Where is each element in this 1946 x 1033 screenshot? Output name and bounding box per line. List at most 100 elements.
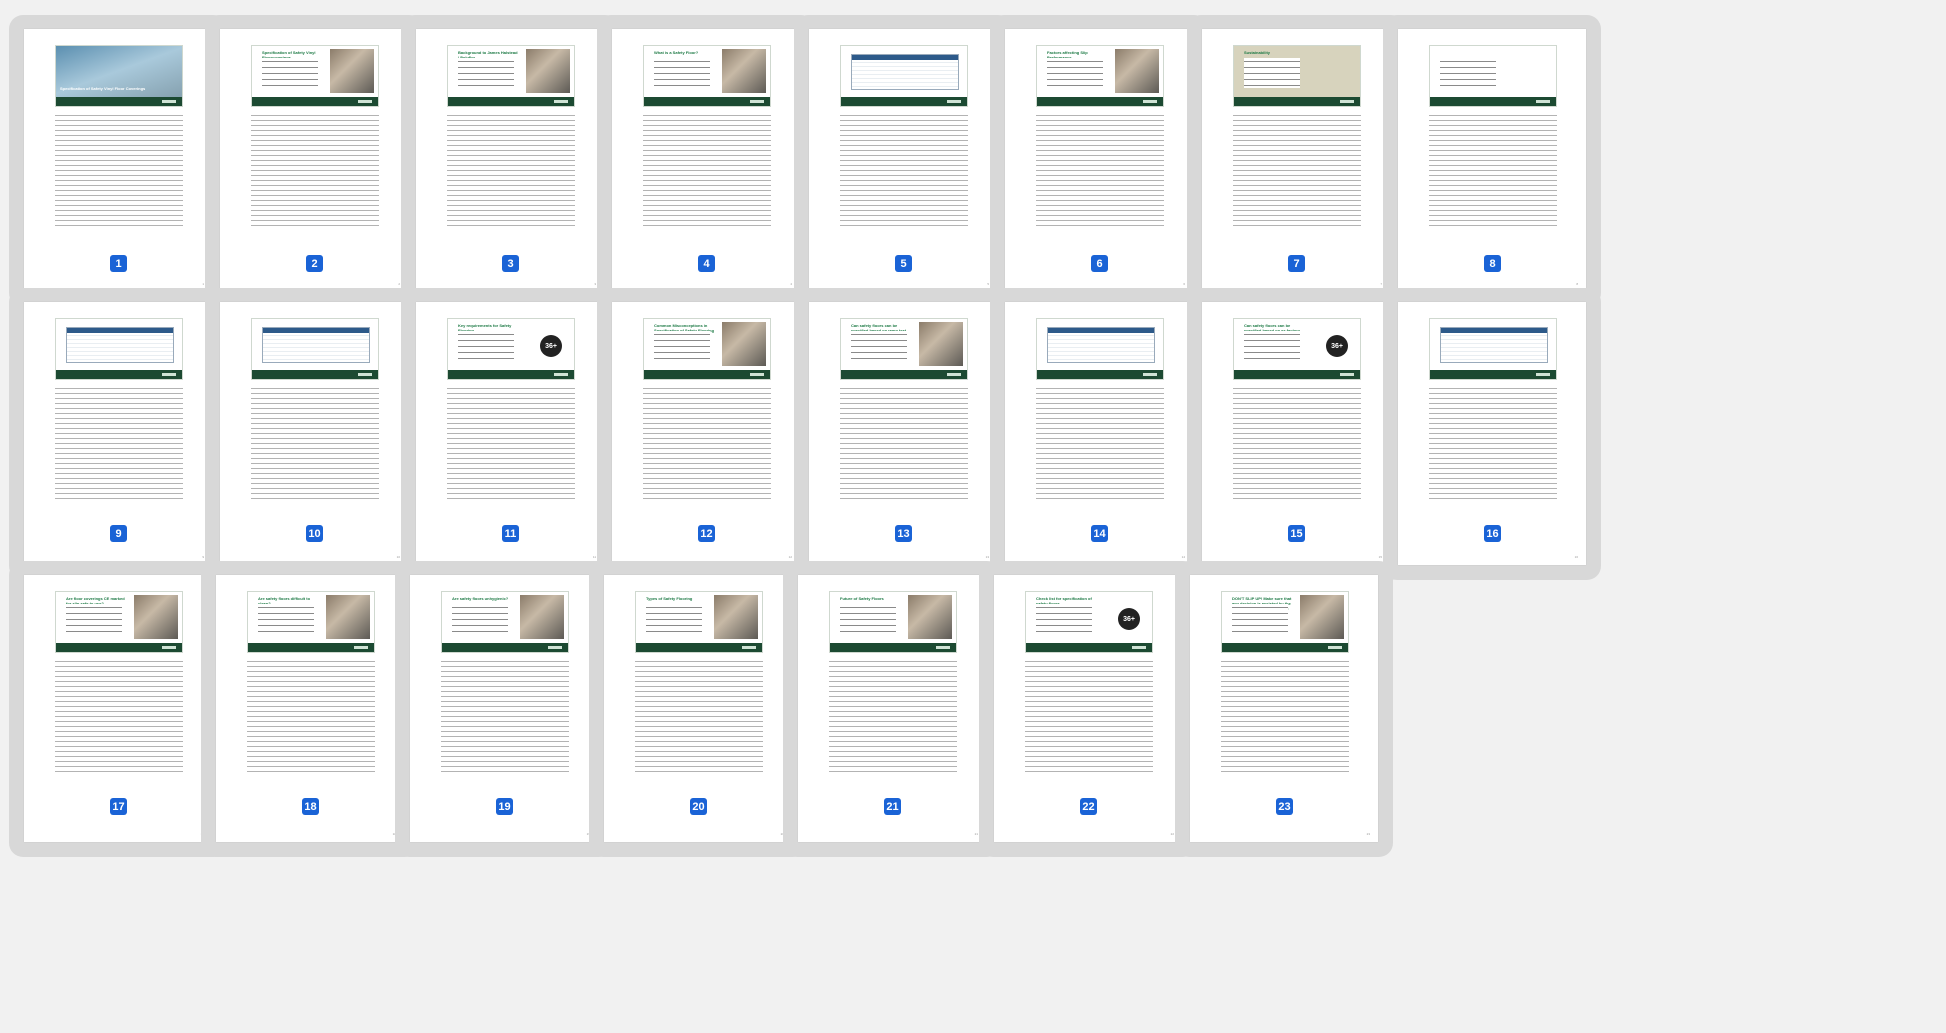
page-number-label[interactable]: 21 [884,798,901,815]
slide-photo [526,49,570,93]
page-number-label[interactable]: 18 [302,798,319,815]
page-footer-number: 15 [1378,555,1382,559]
slide-photo [330,49,374,93]
slide-footer-bar [644,370,770,379]
page-footer-number: 14 [1181,555,1185,559]
page-number-label[interactable]: 7 [1288,255,1305,272]
slide-image: Future of Safety Floors [829,591,957,653]
page-number-label[interactable]: 19 [496,798,513,815]
page-number-label[interactable]: 22 [1080,798,1097,815]
slide-footer-bar [248,643,374,652]
slide-image: Background to James Halstead / Polyflor [447,45,575,107]
slide-footer-bar [442,643,568,652]
page-notes-text [1233,386,1361,501]
slide-footer-bar [56,370,182,379]
slide-footer-bar [1037,370,1163,379]
page-number-label[interactable]: 13 [895,525,912,542]
page-number-label[interactable]: 1 [110,255,127,272]
page-number-label[interactable]: 3 [502,255,519,272]
slide-bullets [851,331,907,361]
page-footer-number: 1 [202,282,204,286]
slide-image: DON'T SLIP UP! Make sure that any decisi… [1221,591,1349,653]
slide-table [1047,327,1155,363]
page-preview: What is a Safety Floor? 4 [612,29,800,292]
page-notes-text [1233,113,1361,228]
page-number-label[interactable]: 16 [1484,525,1501,542]
page-preview: 8 [1398,29,1586,292]
slide-bullets [646,604,702,634]
page-footer-number: 2 [398,282,400,286]
slide-footer-bar [1234,370,1360,379]
page-notes-text [1429,386,1557,501]
page-preview: Factors affecting Slip Performance 6 [1005,29,1193,292]
page-notes-text [441,659,569,774]
page-notes-text [829,659,957,774]
slide-bullets [452,604,508,634]
page-footer-number: 12 [788,555,792,559]
page-notes-text [1036,113,1164,228]
page-number-label[interactable]: 8 [1484,255,1501,272]
page-notes-text [1429,113,1557,228]
slide-bullets [258,604,314,634]
slide-footer-bar [1037,97,1163,106]
slide-footer-bar [1026,643,1152,652]
slide-footer-bar [1430,97,1556,106]
slide-title: Future of Safety Floors [840,596,884,601]
slide-image: Specification of Safety Vinyl Floorcover… [251,45,379,107]
slide-footer-bar [644,97,770,106]
page-notes-text [251,113,379,228]
slide-bullets [840,604,896,634]
slide-table [1440,327,1548,363]
slide-image [55,318,183,380]
slide-bullets [458,58,514,88]
slide-photo [1300,595,1344,639]
slide-image: What is a Safety Floor? [643,45,771,107]
page-footer-number: 7 [1380,282,1382,286]
slide-bullets [1047,58,1103,88]
page-number-label[interactable]: 4 [698,255,715,272]
slide-footer-bar [830,643,956,652]
page-number-label[interactable]: 23 [1276,798,1293,815]
badge-36-icon: 36+ [1326,335,1348,357]
page-footer-number: 8 [1576,282,1578,286]
page-number-label[interactable]: 20 [690,798,707,815]
page-preview: Specification of Safety Vinyl Floorcover… [220,29,408,292]
page-number-label[interactable]: 17 [110,798,127,815]
slide-footer-bar [636,643,762,652]
slide-footer-bar [1222,643,1348,652]
page-number-label[interactable]: 6 [1091,255,1108,272]
page-number-label[interactable]: 5 [895,255,912,272]
slide-footer-bar [841,370,967,379]
page-number-label[interactable]: 11 [502,525,519,542]
slide-bullets [654,58,710,88]
slide-bullets [1232,604,1288,634]
slide-photo [326,595,370,639]
slide-footer-bar [841,97,967,106]
page-number-label[interactable]: 10 [306,525,323,542]
page-number-label[interactable]: 2 [306,255,323,272]
page-number-label[interactable]: 14 [1091,525,1108,542]
page-notes-text [55,659,183,774]
slide-bullets [66,604,122,634]
page-notes-text [447,386,575,501]
slide-image: Sustainability [1233,45,1361,107]
page-footer-number: 4 [790,282,792,286]
slide-image: Can safety floors can be specified based… [840,318,968,380]
page-notes-text [840,113,968,228]
page-number-label[interactable]: 9 [110,525,127,542]
slide-footer-bar [252,370,378,379]
page-notes-text [643,386,771,501]
slide-footer-bar [1234,97,1360,106]
page-footer-number: 16 [1574,555,1578,559]
page-number-label[interactable]: 12 [698,525,715,542]
slide-image: Types of Safety Flooring [635,591,763,653]
page-footer-number: 22 [1170,832,1174,836]
slide-table [66,327,174,363]
page-number-label[interactable]: 15 [1288,525,1305,542]
slide-table [262,327,370,363]
page-footer-number: 5 [987,282,989,286]
page-footer-number: 3 [594,282,596,286]
page-preview: 5 [809,29,997,292]
page-notes-text [840,386,968,501]
page-preview: Specification of Safety Vinyl Floor Cove… [24,29,212,292]
